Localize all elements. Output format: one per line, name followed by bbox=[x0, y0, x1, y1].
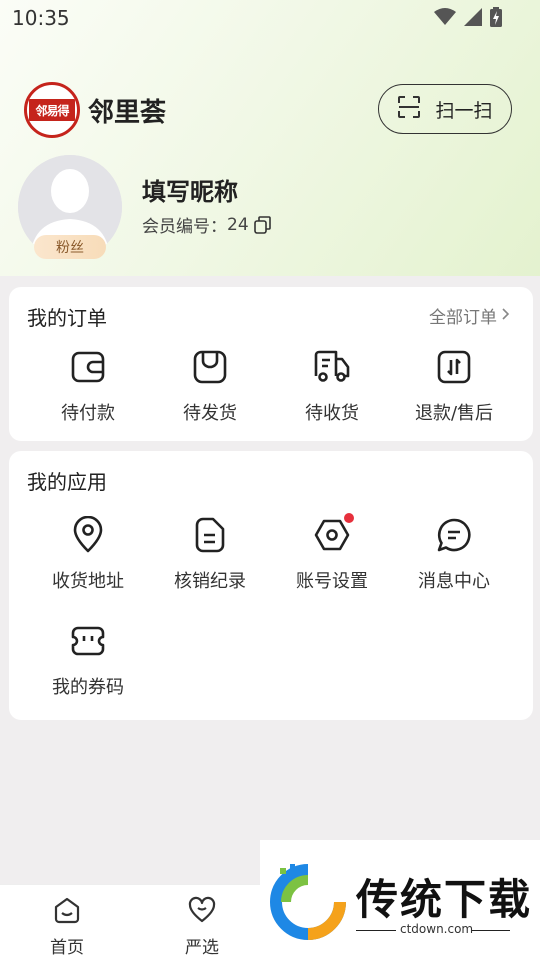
chevron-right-icon bbox=[501, 306, 511, 326]
order-item-pending-shipment[interactable]: 待发货 bbox=[149, 347, 271, 425]
order-item-refund[interactable]: 退款/售后 bbox=[393, 347, 515, 425]
app-item-address[interactable]: 收货地址 bbox=[27, 515, 149, 593]
nickname[interactable]: 填写昵称 bbox=[142, 172, 238, 207]
app-item-records[interactable]: 核销纪录 bbox=[149, 515, 271, 593]
member-id-line: 会员编号： 24 bbox=[142, 212, 273, 237]
app-item-account-settings[interactable]: 账号设置 bbox=[271, 513, 393, 593]
tab-label: 首页 bbox=[50, 938, 84, 958]
wifi-icon bbox=[434, 8, 456, 30]
message-icon bbox=[434, 515, 474, 555]
record-icon bbox=[190, 515, 230, 555]
coupon-icon bbox=[68, 621, 108, 661]
tab-selection[interactable]: 严选 bbox=[162, 895, 242, 958]
app-item-label: 我的券码 bbox=[52, 677, 124, 698]
truck-icon bbox=[312, 347, 352, 387]
order-item-label: 待发货 bbox=[183, 403, 237, 424]
app-item-label: 收货地址 bbox=[52, 571, 124, 592]
app-item-label: 核销纪录 bbox=[174, 571, 246, 592]
all-orders-link[interactable]: 全部订单 bbox=[429, 303, 511, 328]
copy-icon[interactable] bbox=[253, 215, 273, 235]
orders-title: 我的订单 bbox=[27, 306, 107, 330]
app-item-messages[interactable]: 消息中心 bbox=[393, 515, 515, 593]
avatar-wrap[interactable]: 粉丝 bbox=[18, 155, 122, 259]
wallet-icon bbox=[68, 347, 108, 387]
all-orders-label: 全部订单 bbox=[429, 308, 497, 328]
home-icon bbox=[52, 895, 82, 929]
watermark-logo-icon bbox=[270, 864, 346, 940]
package-icon bbox=[190, 347, 230, 387]
member-id-label: 会员编号： bbox=[142, 217, 227, 237]
brand-logo-text: 邻易得 bbox=[29, 99, 75, 121]
signal-icon bbox=[464, 8, 482, 30]
order-item-pending-payment[interactable]: 待付款 bbox=[27, 347, 149, 425]
status-icons bbox=[434, 7, 502, 31]
scan-button[interactable]: 扫一扫 bbox=[378, 84, 512, 134]
refund-icon bbox=[434, 347, 474, 387]
brand-name: 邻里荟 bbox=[88, 97, 167, 128]
scan-label: 扫一扫 bbox=[435, 99, 493, 122]
status-bar: 10:35 bbox=[0, 0, 540, 36]
orders-card: 我的订单 全部订单 待付款 待发货 待收货 退款/售后 bbox=[9, 287, 533, 441]
order-item-label: 待付款 bbox=[61, 403, 115, 424]
brand: 邻易得 邻里荟 bbox=[24, 82, 166, 138]
tab-label: 严选 bbox=[185, 938, 219, 958]
apps-card: 我的应用 收货地址 核销纪录 账号设置 消息中心 我的券码 bbox=[9, 451, 533, 720]
scan-icon bbox=[397, 95, 421, 123]
apps-title: 我的应用 bbox=[27, 470, 107, 494]
watermark-line-right bbox=[472, 930, 510, 931]
status-time: 10:35 bbox=[12, 6, 70, 30]
member-id-value: 24 bbox=[227, 214, 249, 235]
watermark-title: 传统下载 bbox=[356, 875, 533, 924]
fan-badge: 粉丝 bbox=[34, 235, 106, 259]
battery-icon bbox=[490, 7, 502, 31]
heart-icon bbox=[187, 895, 217, 929]
notification-dot bbox=[344, 513, 354, 523]
watermark-url: ctdown.com bbox=[400, 922, 474, 936]
app-item-coupons[interactable]: 我的券码 bbox=[27, 621, 149, 699]
order-item-label: 待收货 bbox=[305, 403, 359, 424]
order-item-label: 退款/售后 bbox=[414, 403, 494, 424]
watermark: 传统下载 ctdown.com bbox=[260, 840, 540, 960]
settings-icon bbox=[312, 513, 354, 555]
tab-home[interactable]: 首页 bbox=[27, 895, 107, 958]
watermark-line-left bbox=[356, 930, 396, 931]
app-item-label: 消息中心 bbox=[418, 571, 490, 592]
location-icon bbox=[68, 515, 108, 555]
order-item-pending-receipt[interactable]: 待收货 bbox=[271, 347, 393, 425]
app-item-label: 账号设置 bbox=[296, 571, 368, 592]
brand-logo: 邻易得 bbox=[24, 82, 80, 138]
